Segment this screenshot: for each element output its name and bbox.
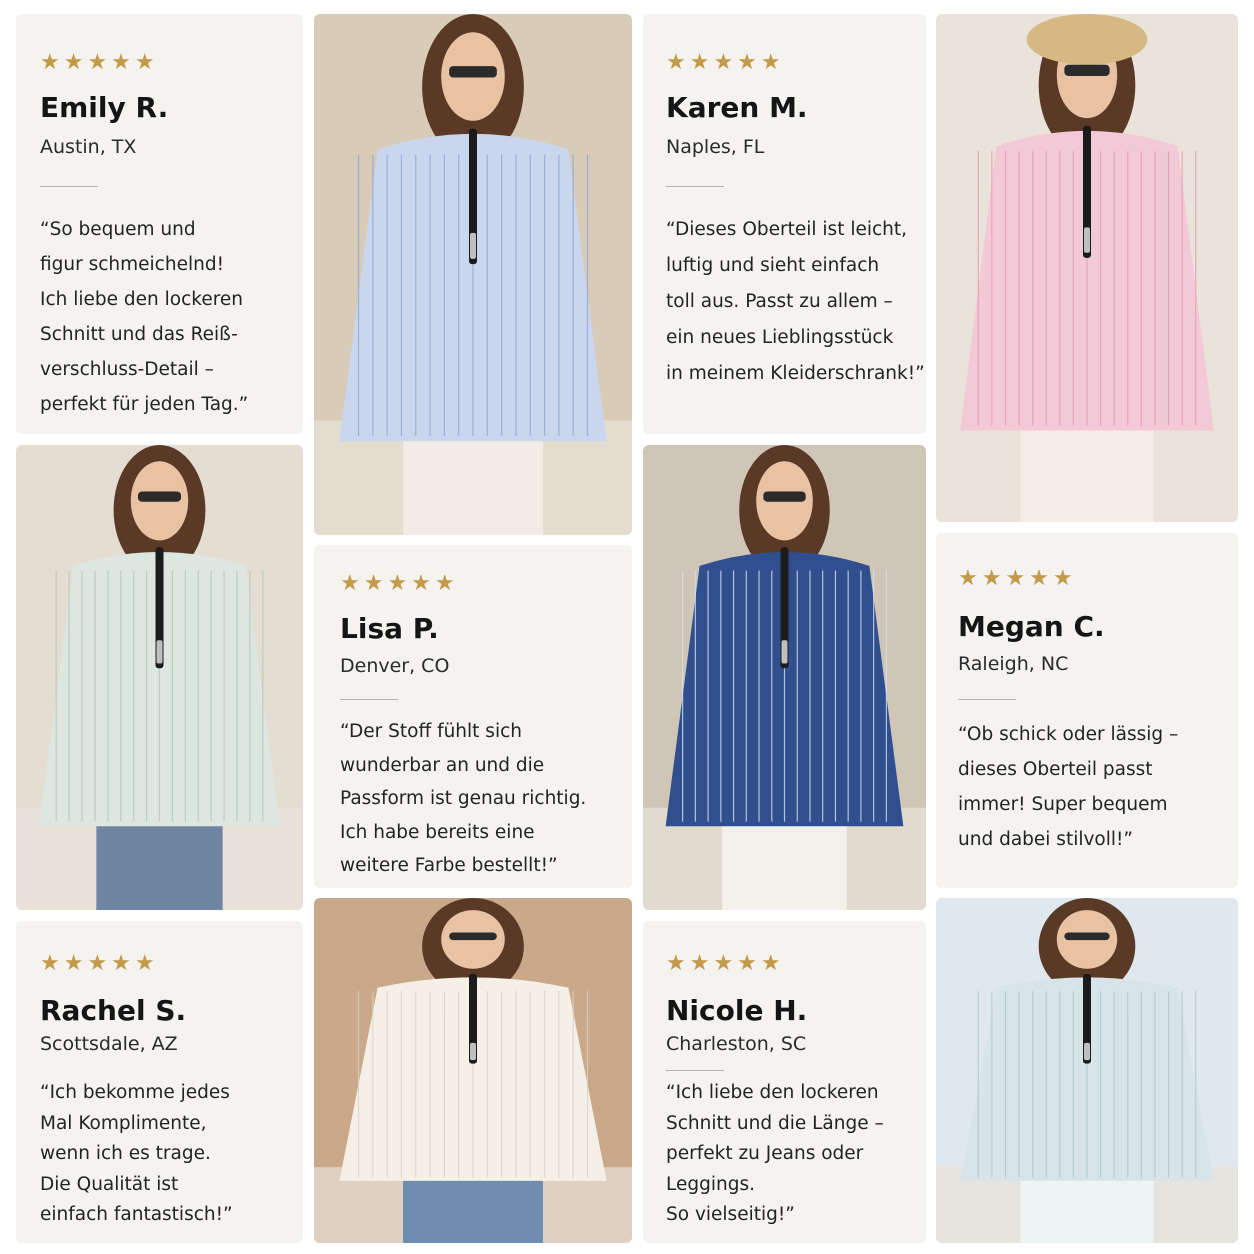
review-quote: “So bequem und figur schmeichelnd! Ich l…	[40, 219, 249, 415]
reviewer-location: Naples, FL	[666, 136, 765, 158]
reviewer-name: Rachel S.	[40, 994, 187, 1027]
rating-stars: ★★★★★	[340, 571, 459, 596]
review-card: ★★★★★ Rachel S. Scottsdale, AZ “Ich beko…	[16, 921, 303, 1243]
model-illustration	[936, 898, 1238, 1243]
product-photo	[314, 14, 632, 535]
divider	[40, 186, 98, 187]
rating-stars: ★★★★★	[666, 951, 785, 976]
model-illustration	[936, 14, 1238, 522]
model-illustration	[314, 898, 632, 1243]
reviewer-location: Charleston, SC	[666, 1033, 807, 1055]
divider	[666, 1070, 724, 1071]
review-quote: “Ich liebe den lockeren Schnitt und die …	[666, 1082, 884, 1226]
divider	[340, 699, 398, 700]
reviewer-name: Nicole H.	[666, 994, 808, 1027]
product-photo	[16, 445, 303, 910]
reviewer-location: Austin, TX	[40, 136, 137, 158]
review-quote: “Ob schick oder lässig – dieses Oberteil…	[958, 724, 1179, 850]
reviewer-location: Denver, CO	[340, 655, 450, 677]
review-card: ★★★★★ Lisa P. Denver, CO “Der Stoff fühl…	[314, 545, 632, 888]
reviewer-name: Megan C.	[958, 610, 1105, 643]
review-card: ★★★★★ Karen M. Naples, FL “Dieses Oberte…	[643, 14, 926, 434]
divider	[958, 699, 1016, 700]
divider	[666, 186, 724, 187]
rating-stars: ★★★★★	[40, 50, 159, 75]
product-photo	[314, 898, 632, 1243]
product-photo	[936, 898, 1238, 1243]
review-card: ★★★★★ Emily R. Austin, TX “So bequem und…	[16, 14, 303, 434]
reviewer-location: Raleigh, NC	[958, 653, 1069, 675]
review-quote: “Der Stoff fühlt sich wunderbar an und d…	[340, 721, 587, 876]
rating-stars: ★★★★★	[666, 50, 785, 75]
rating-stars: ★★★★★	[958, 566, 1077, 591]
review-card: ★★★★★ Nicole H. Charleston, SC “Ich lieb…	[643, 921, 926, 1243]
reviewer-name: Lisa P.	[340, 612, 439, 645]
reviewer-name: Emily R.	[40, 91, 169, 124]
review-quote: “Ich bekomme jedes Mal Komplimente, wenn…	[40, 1082, 233, 1226]
model-illustration	[16, 445, 303, 910]
rating-stars: ★★★★★	[40, 951, 159, 976]
reviewer-location: Scottsdale, AZ	[40, 1033, 178, 1055]
reviewer-name: Karen M.	[666, 91, 808, 124]
model-illustration	[643, 445, 926, 910]
review-card: ★★★★★ Megan C. Raleigh, NC “Ob schick od…	[936, 533, 1238, 888]
review-quote: “Dieses Oberteil ist leicht, luftig und …	[666, 219, 925, 384]
product-photo	[643, 445, 926, 910]
product-photo	[936, 14, 1238, 522]
model-illustration	[314, 14, 632, 535]
